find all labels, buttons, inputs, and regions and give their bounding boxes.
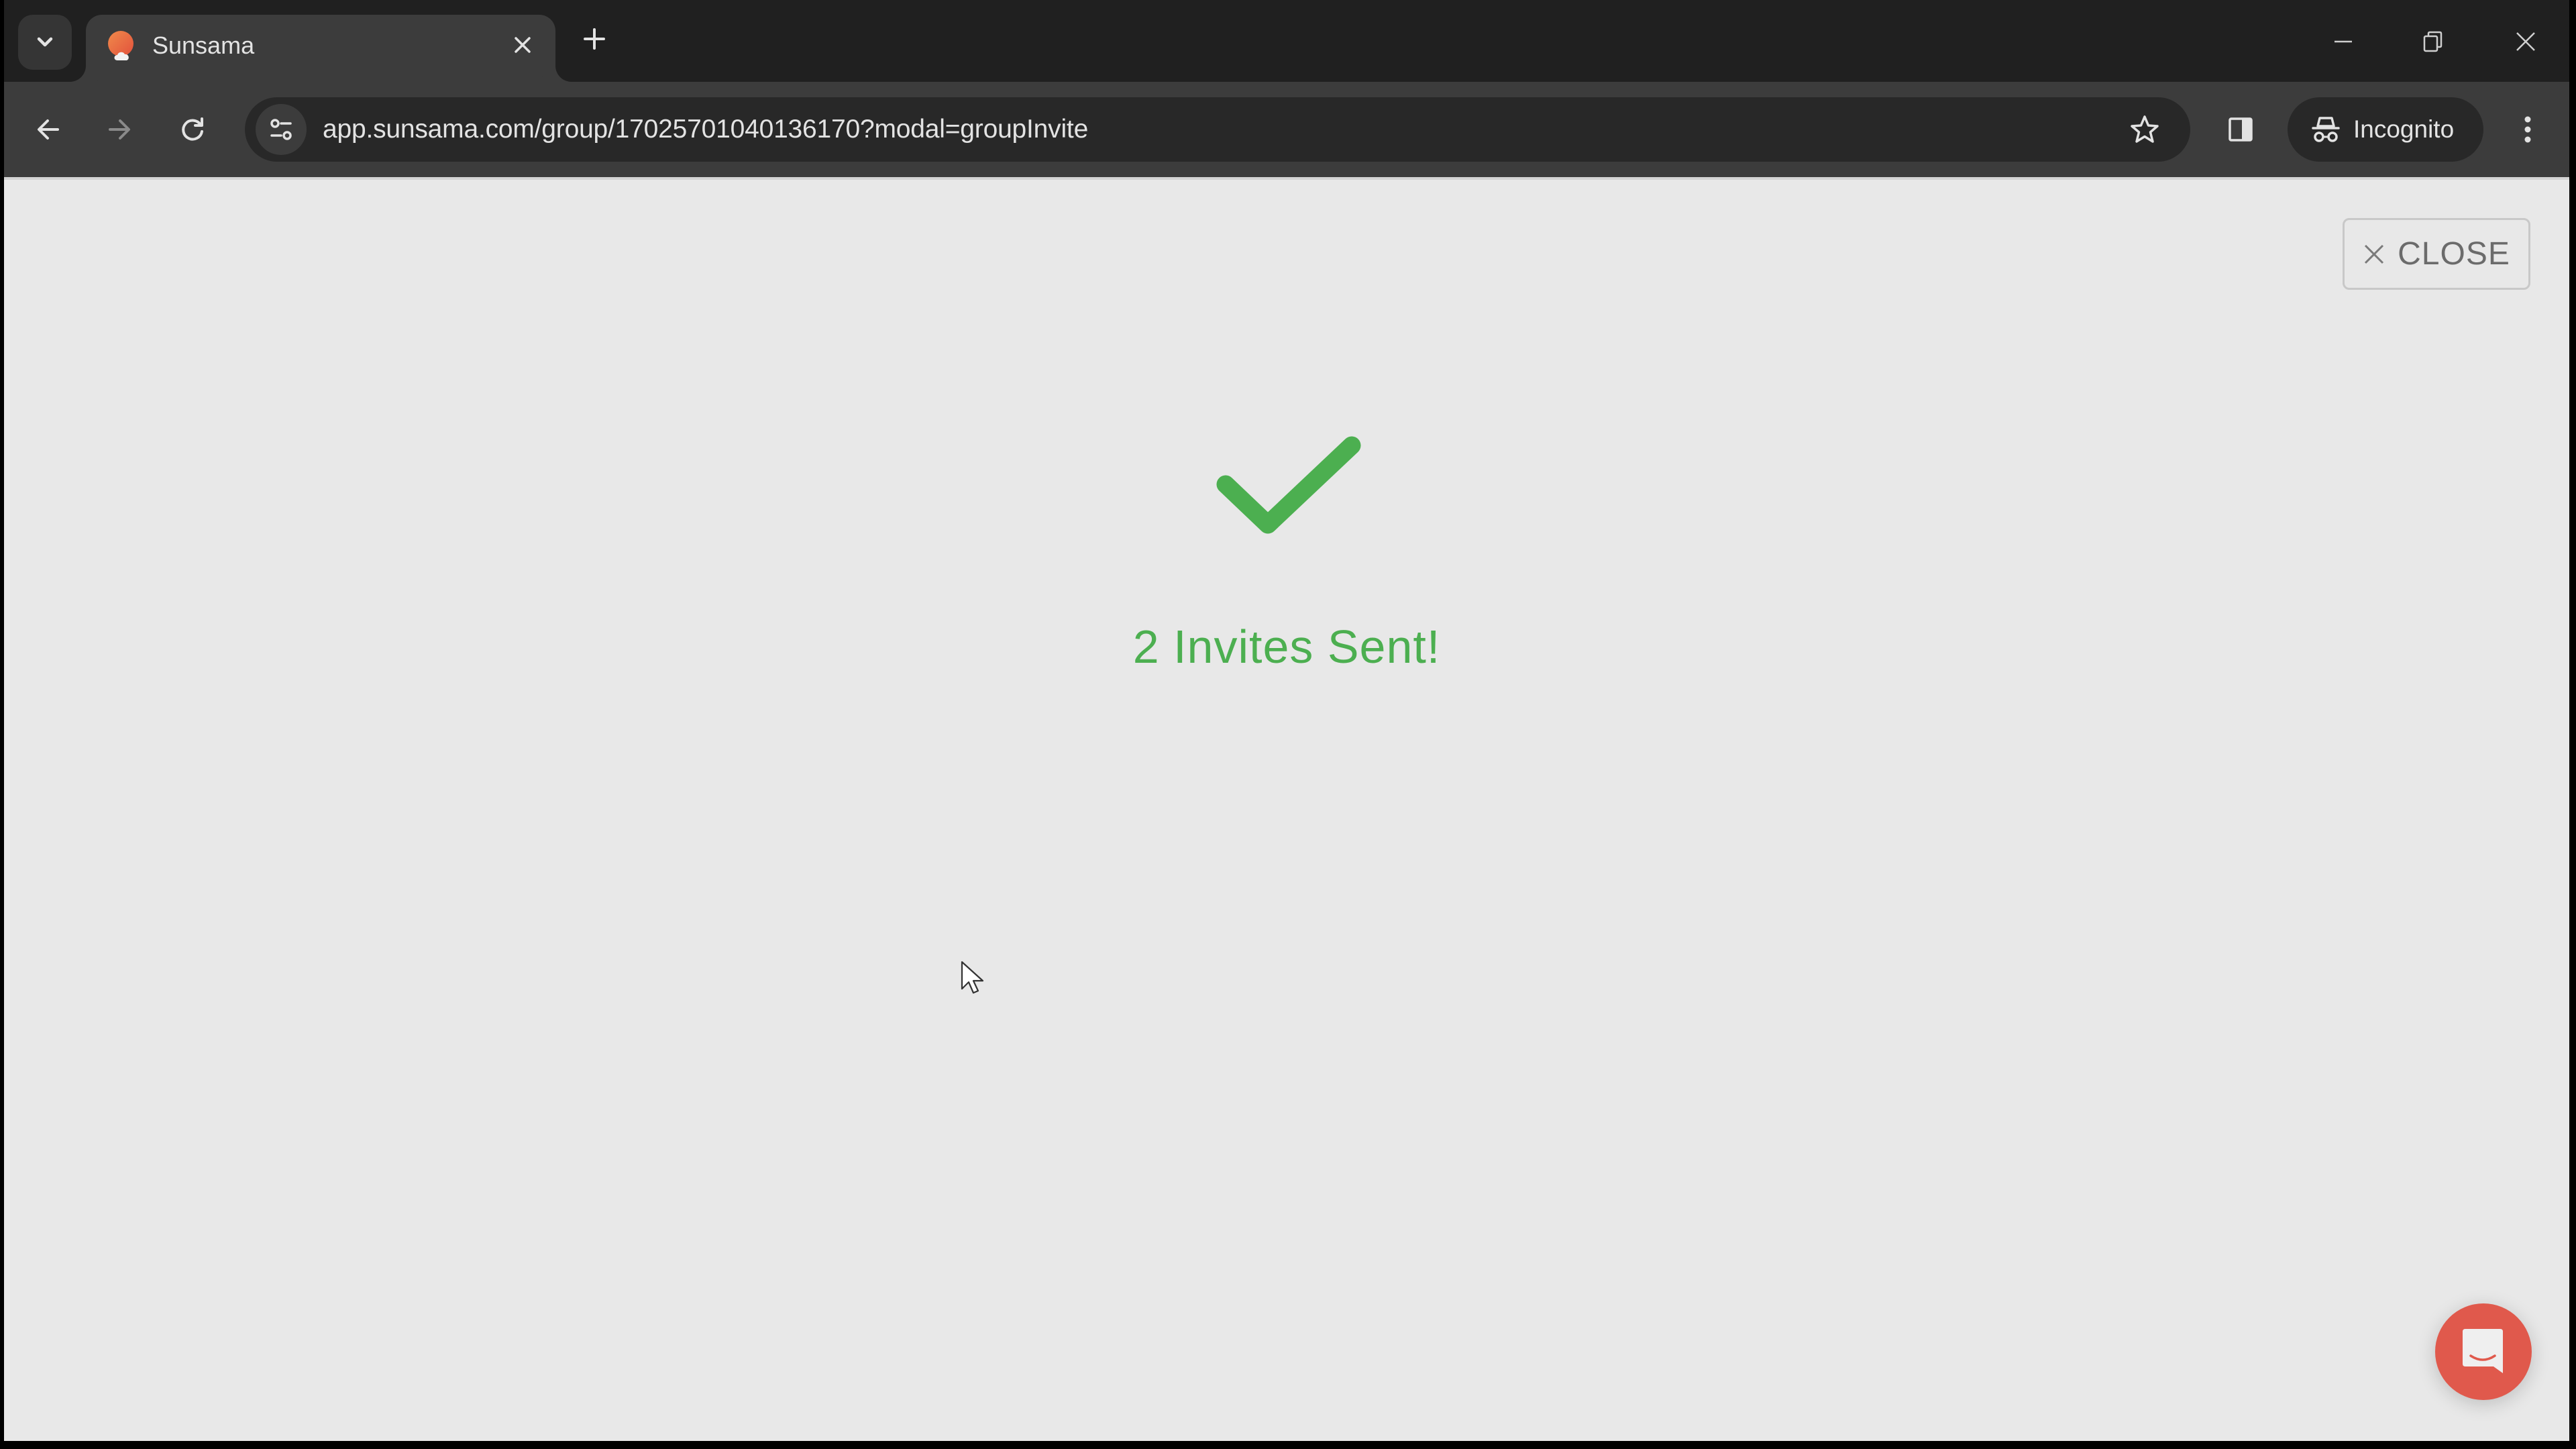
- chevron-down-icon: [37, 37, 53, 47]
- more-vert-icon: [2524, 116, 2531, 143]
- reload-button[interactable]: [167, 104, 218, 155]
- back-button[interactable]: [23, 104, 74, 155]
- tab-strip: Sunsama: [4, 0, 2569, 82]
- sunsama-sun-cloud-icon: [108, 31, 133, 60]
- mouse-cursor: [961, 961, 984, 994]
- arrow-right-icon: [109, 119, 130, 140]
- tab-search-button[interactable]: [18, 15, 72, 70]
- star-icon: [2131, 115, 2159, 143]
- check-icon: [1216, 436, 1361, 534]
- url-text[interactable]: app.sunsama.com/group/17025701040136170?…: [323, 97, 1088, 162]
- success-message: 2 Invites Sent!: [1132, 621, 1441, 673]
- side-panel-button[interactable]: [2215, 104, 2266, 155]
- divider: [4, 177, 2569, 180]
- close-label: CLOSE: [2398, 236, 2510, 272]
- minimize-icon: [2334, 40, 2352, 43]
- restore-icon: [2423, 31, 2443, 52]
- bookmark-button[interactable]: [2119, 104, 2170, 155]
- chat-bubble-smile-icon: [2463, 1329, 2503, 1373]
- browser-window: Sunsama app.sunsama.com/group/1702570104…: [4, 0, 2569, 1441]
- browser-toolbar: app.sunsama.com/group/17025701040136170?…: [4, 82, 2569, 177]
- forward-button[interactable]: [94, 104, 145, 155]
- plus-icon: [584, 28, 605, 50]
- tab-close-button[interactable]: [506, 28, 539, 62]
- tab-sunsama[interactable]: Sunsama: [86, 15, 555, 82]
- minimize-button[interactable]: [2322, 20, 2365, 63]
- incognito-icon: [2312, 117, 2340, 142]
- address-bar[interactable]: app.sunsama.com/group/17025701040136170?…: [245, 97, 2190, 162]
- browser-menu-button[interactable]: [2502, 104, 2553, 155]
- success-check: [1208, 431, 1376, 558]
- close-icon: [2365, 244, 2384, 264]
- close-modal-button[interactable]: CLOSE: [2343, 218, 2530, 290]
- support-chat-button[interactable]: [2435, 1303, 2532, 1400]
- tune-icon: [270, 119, 292, 140]
- side-panel-icon: [2229, 117, 2253, 142]
- incognito-profile-button[interactable]: Incognito: [2288, 97, 2483, 162]
- screen-bezel: [0, 1441, 2576, 1449]
- profile-label: Incognito: [2353, 115, 2455, 143]
- arrow-left-icon: [38, 119, 59, 140]
- reload-icon: [182, 117, 203, 141]
- close-icon: [2516, 32, 2535, 51]
- site-info-button[interactable]: [256, 104, 307, 155]
- close-icon: [515, 37, 531, 53]
- invite-success-modal: CLOSE 2 Invites Sent!: [4, 177, 2569, 1441]
- restore-button[interactable]: [2412, 20, 2455, 63]
- window-close-button[interactable]: [2504, 20, 2547, 63]
- tab-title: Sunsama: [152, 32, 255, 59]
- new-tab-button[interactable]: [574, 19, 614, 59]
